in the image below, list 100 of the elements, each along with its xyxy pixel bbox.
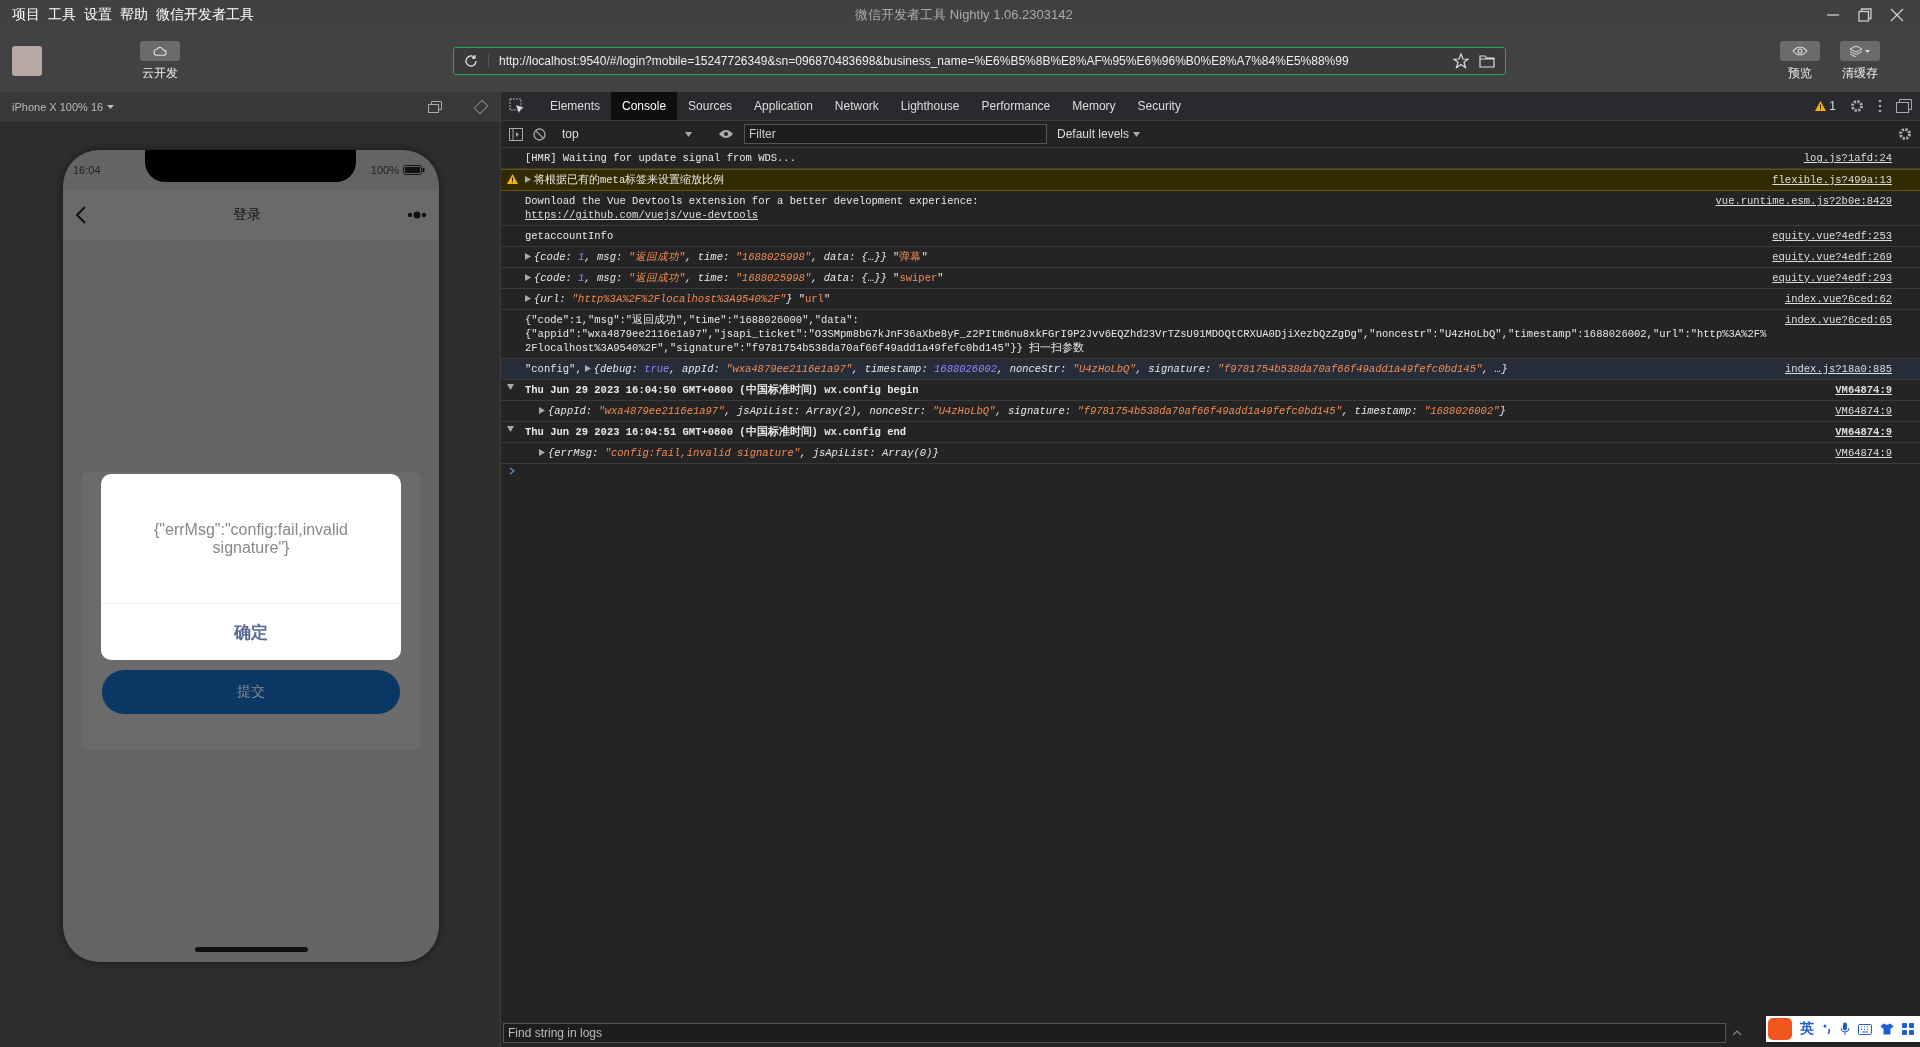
devtools-tab[interactable]: Security [1126, 92, 1192, 120]
battery-icon [403, 165, 425, 175]
source-link[interactable]: equity.vue?4edf:293 [1760, 271, 1892, 285]
expanded-arrow-icon[interactable] [507, 426, 514, 432]
warning-icon [1815, 101, 1827, 111]
console-message: [HMR] Waiting for update signal from WDS... [525, 151, 796, 165]
devtools-tab[interactable]: Console [611, 92, 678, 120]
submit-button[interactable]: 提交 [102, 670, 400, 714]
devtools-link[interactable]: https://github.com/vuejs/vue-devtools [525, 208, 759, 222]
source-link[interactable]: index.js?18a0:885 [1772, 362, 1892, 376]
confirm-button[interactable]: 确定 [101, 604, 401, 660]
preview-button[interactable] [1780, 40, 1820, 61]
star-icon[interactable] [1453, 53, 1469, 69]
context-selector[interactable]: top [562, 127, 692, 141]
collapsed-arrow-icon[interactable] [539, 449, 545, 456]
menu-item[interactable]: 工具 [48, 6, 76, 24]
warning-icon [507, 174, 518, 184]
console-message: "config", [525, 362, 582, 376]
source-link[interactable]: index.vue?6ced:65 [1772, 313, 1892, 327]
console-message: Thu Jun 29 2023 16:04:51 GMT+0800 (中国标准时间) wx.config end [525, 425, 907, 439]
refresh-icon[interactable] [464, 54, 478, 68]
shirt-icon[interactable] [1880, 1023, 1894, 1035]
eye-icon [1792, 45, 1808, 56]
warning-counter[interactable]: 1 [1815, 99, 1836, 113]
cloud-button[interactable] [140, 40, 180, 61]
ime-logo[interactable] [1768, 1018, 1792, 1040]
devtools-tab[interactable]: Performance [970, 92, 1062, 120]
settings-icon[interactable] [1898, 127, 1912, 141]
source-link[interactable]: vue.runtime.esm.js?2b0e:8429 [1703, 194, 1892, 208]
device-selector[interactable]: iPhone X 100% 16 [12, 101, 115, 113]
caret-up-icon[interactable] [1732, 1030, 1742, 1036]
clear-cache-button[interactable] [1840, 40, 1880, 61]
apps-grid-icon[interactable] [1902, 1023, 1914, 1035]
keyboard-icon[interactable] [1858, 1023, 1872, 1035]
clear-console-icon[interactable] [533, 127, 546, 141]
log-levels-dropdown[interactable]: Default levels [1057, 127, 1141, 141]
kebab-menu-icon[interactable] [1878, 99, 1882, 113]
console-message: getaccountInfo [525, 229, 614, 243]
collapsed-arrow-icon[interactable] [525, 253, 531, 260]
source-link[interactable]: equity.vue?4edf:269 [1760, 250, 1892, 264]
rotate-icon[interactable] [474, 100, 488, 114]
source-link[interactable]: VM64874:9 [1823, 425, 1892, 439]
find-field[interactable]: Find string in logs [503, 1023, 1726, 1043]
source-link[interactable]: flexible.js?499a:13 [1760, 173, 1892, 187]
console-message: {debug: true, appId: "wxa4879ee2116e1a97", timestamp: 1688026002, nonceStr: "U4zHoLbQ", signature: "f9781754b538da70af66f49add1a49fefc0bd145", …} [593, 362, 1508, 376]
inspect-icon[interactable] [509, 98, 525, 114]
devtools-tab[interactable]: Network [823, 92, 890, 120]
console-message: Thu Jun 29 2023 16:04:50 GMT+0800 (中国标准时间) wx.config begin [525, 383, 919, 397]
menu-item[interactable]: 设置 [84, 6, 112, 24]
devtools-tab[interactable]: Memory [1061, 92, 1127, 120]
collapsed-arrow-icon[interactable] [539, 407, 545, 414]
filter-field[interactable]: Filter [744, 124, 1047, 144]
menu-item[interactable]: 项目 [12, 6, 40, 24]
punctuation-icon[interactable] [1822, 1023, 1832, 1035]
folder-icon[interactable] [1479, 54, 1495, 68]
close-icon[interactable] [1890, 8, 1904, 22]
source-link[interactable]: log.js?1afd:24 [1791, 151, 1892, 165]
console-message: {appId: "wxa4879ee2116e1a97", jsApiList: Array(2), nonceStr: "U4zHoLbQ", signature: "f9781754b538da70af66f49add1a49fefc0bd145", timestamp: "1688026002"} [548, 404, 1506, 418]
collapsed-arrow-icon[interactable] [525, 176, 531, 183]
source-link[interactable]: VM64874:9 [1823, 383, 1892, 397]
caret-icon [107, 105, 115, 109]
console-message: {code: 1, msg: "返回成功", time: "1688025998", data: {…}} "弹幕" [534, 250, 928, 264]
devtools-tab[interactable]: Lighthouse [889, 92, 971, 120]
address-bar[interactable]: http://localhost:9540/#/login?mobile=15247726349&sn=096870483698&business_name=%E6%B5%8B%E8%AF%95%E6%96%B0%E8%A7%84%E5%88%99 [453, 47, 1506, 75]
source-link[interactable]: index.vue?6ced:62 [1772, 292, 1892, 306]
console-message: Download the Vue Devtools extension for a better development experience: [525, 194, 979, 208]
console-message: {url: "http%3A%2F%2Flocalhost%3A9540%2F"} "url" [534, 292, 831, 306]
preview-label: 预览 [1788, 64, 1812, 82]
eye-icon[interactable] [718, 129, 734, 139]
sidebar-toggle-icon[interactable] [509, 127, 523, 141]
source-link[interactable]: equity.vue?4edf:253 [1760, 229, 1892, 243]
devtools-tab[interactable]: Sources [677, 92, 744, 120]
settings-icon[interactable] [1850, 99, 1864, 113]
collapsed-arrow-icon[interactable] [584, 365, 591, 372]
devtools-tab[interactable]: Elements [539, 92, 612, 120]
microphone-icon[interactable] [1840, 1022, 1850, 1036]
source-link[interactable]: VM64874:9 [1823, 446, 1892, 460]
more-icon[interactable] [407, 211, 427, 219]
collapsed-arrow-icon[interactable] [525, 274, 531, 281]
back-icon[interactable] [75, 206, 87, 224]
collapsed-arrow-icon[interactable] [525, 295, 531, 302]
cloud-icon [153, 45, 167, 56]
expanded-arrow-icon[interactable] [507, 384, 514, 390]
layers-caret-icon [1849, 44, 1871, 57]
console-message: {errMsg: "config:fail,invalid signature", jsApiList: Array(0)} [548, 446, 939, 460]
menu-item[interactable]: 帮助 [120, 6, 148, 24]
console-message: {code: 1, msg: "返回成功", time: "1688025998", data: {…}} "swiper" [534, 271, 944, 285]
devtools-tab[interactable]: Application [743, 92, 824, 120]
battery-text: 100% [370, 164, 399, 176]
console-message: {"code":1,"msg":"返回成功","time":"1688026000","data": {"appid":"wxa4879ee2116e1a97","jsapi_ticket":"O3SMpm8bG7kJnF36aXbe8yF_z2PItm6nu8xkFGrI9P2Jvv6EQZhd23VrTZsU91MDOQtCRXUA0DjiXezbQzZgDg","noncestr":"U4zHoLbQ","timestamp":1688026002,"url":"http%3A%2F%2Flocalhost%3A9540%2F","signature":"f9781754b538da70af66f49add1a49fefc0bd145"}} 扫一扫参数 [525, 313, 1768, 355]
ime-mode-toggle[interactable]: 英 [1800, 1020, 1814, 1038]
dock-icon[interactable] [1896, 99, 1912, 113]
source-link[interactable]: VM64874:9 [1823, 404, 1892, 418]
menu-item[interactable]: 微信开发者工具 [156, 6, 254, 24]
maximize-icon[interactable] [1858, 8, 1872, 22]
caret-icon [1133, 131, 1141, 137]
window-icon[interactable] [428, 101, 442, 113]
cloud-label: 云开发 [142, 64, 178, 82]
dialog-message: {"errMsg":"config:fail,invalid signature"} [101, 474, 401, 604]
caret-icon [685, 131, 692, 137]
